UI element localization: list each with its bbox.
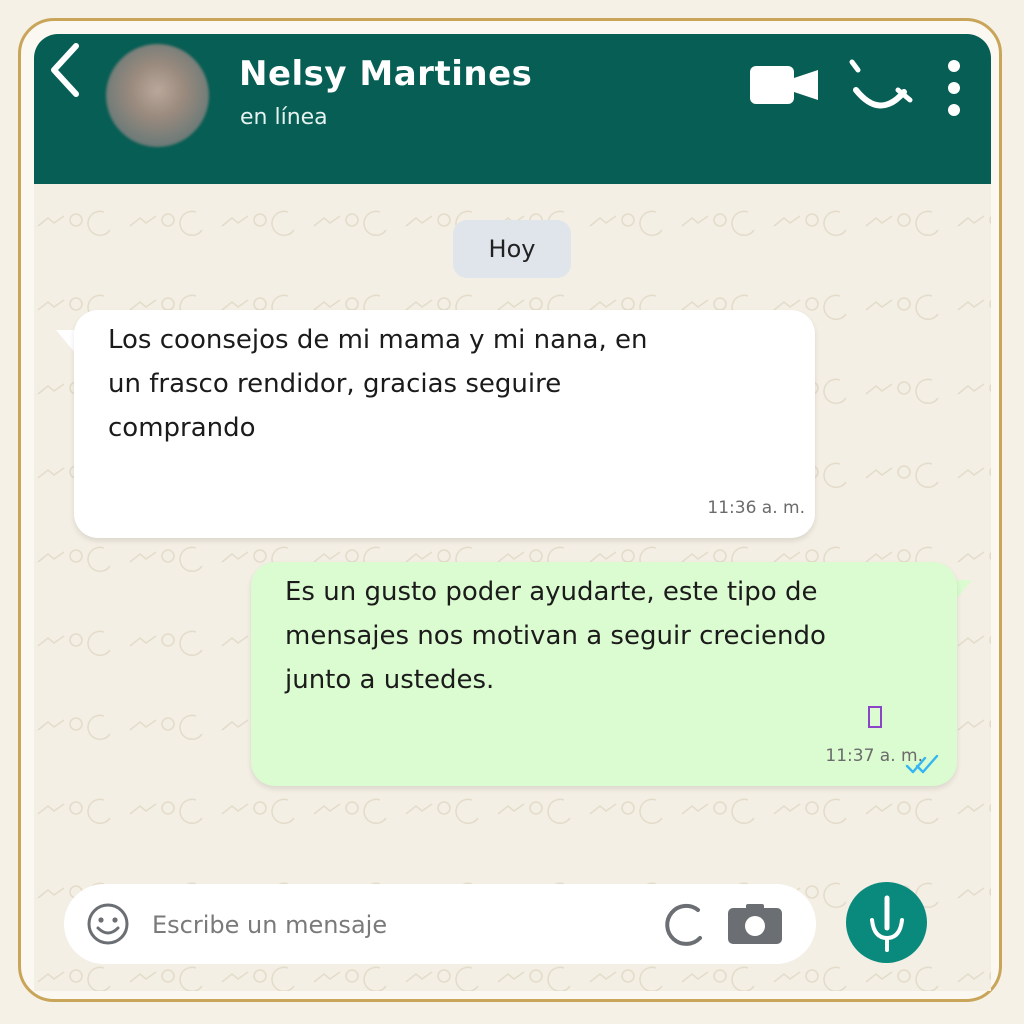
- video-call-icon[interactable]: [750, 62, 820, 112]
- chat-header: Nelsy Martines en línea: [34, 34, 991, 184]
- voice-call-icon[interactable]: [846, 56, 916, 116]
- back-arrow-icon[interactable]: [44, 40, 84, 100]
- read-receipt-double-check-icon: [905, 754, 939, 774]
- incoming-message-bubble[interactable]: Los coonsejos de mi mama y mi nana, en u…: [74, 310, 815, 538]
- date-separator: Hoy: [453, 220, 571, 278]
- contact-status: en línea: [240, 105, 328, 130]
- message-composer: [64, 884, 816, 964]
- avatar[interactable]: [106, 44, 209, 147]
- attach-icon[interactable]: [658, 900, 708, 948]
- contact-name[interactable]: Nelsy Martines: [239, 54, 532, 94]
- emoji-icon[interactable]: [86, 902, 130, 946]
- more-options-icon[interactable]: [939, 56, 969, 120]
- camera-icon[interactable]: [728, 904, 782, 944]
- missing-glyph-box: [868, 706, 882, 728]
- chat-screen: Nelsy Martines en línea Hoy Los coonsejo…: [34, 34, 991, 991]
- outgoing-message-bubble[interactable]: Es un gusto poder ayudarte, este tipo de…: [251, 562, 957, 786]
- incoming-message-text: Los coonsejos de mi mama y mi nana, en u…: [108, 325, 648, 443]
- incoming-message-time: 11:36 a. m.: [707, 498, 805, 518]
- microphone-button[interactable]: [846, 882, 927, 963]
- microphone-icon: [870, 895, 904, 952]
- outgoing-message-text: Es un gusto poder ayudarte, este tipo de…: [285, 577, 826, 695]
- message-input[interactable]: [150, 904, 634, 946]
